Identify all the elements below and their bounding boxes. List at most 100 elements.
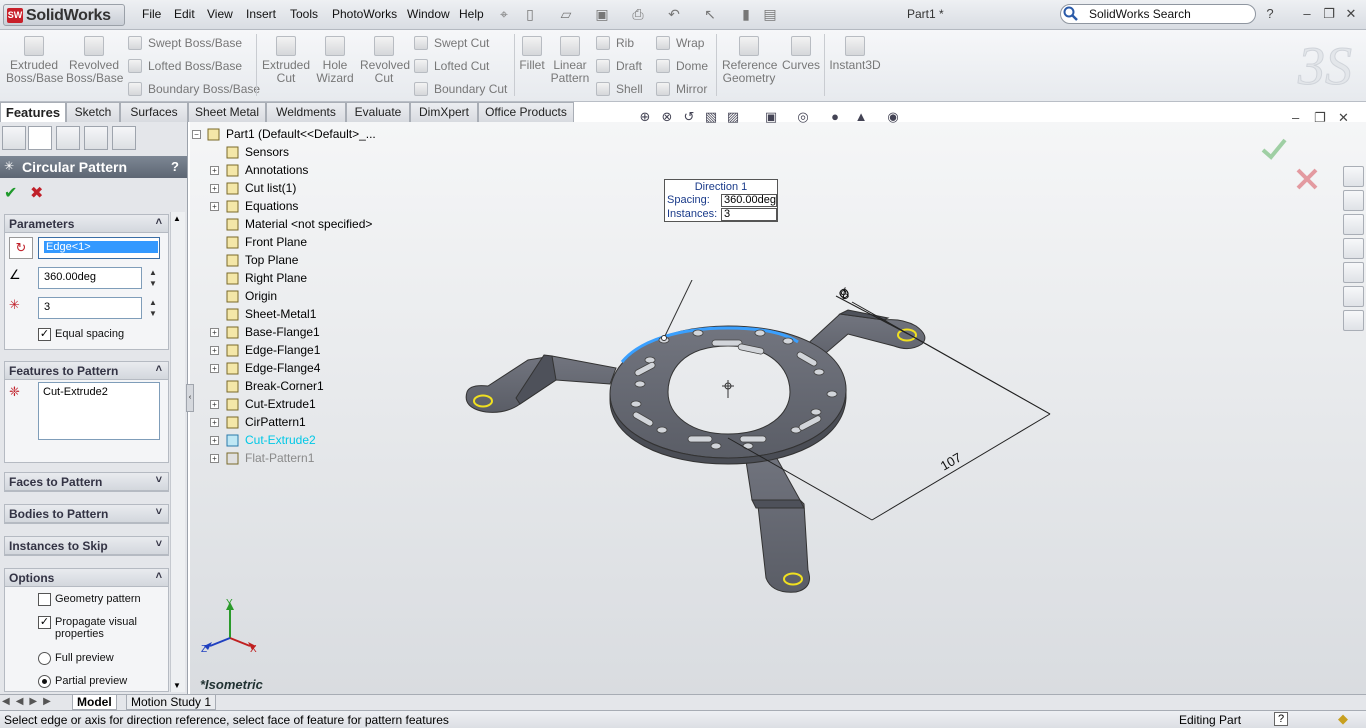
tree-expand-icon[interactable]: + xyxy=(210,202,219,211)
tab-sheet-metal[interactable]: Sheet Metal xyxy=(188,102,266,122)
tree-expand-icon[interactable]: − xyxy=(192,130,201,139)
tree-expand-icon[interactable]: + xyxy=(210,184,219,193)
instances-to-skip-group[interactable]: Instances to Skip ˅ xyxy=(4,536,169,556)
tree-expand-icon[interactable]: + xyxy=(210,436,219,445)
wrap-button[interactable]: Wrap xyxy=(656,36,704,50)
task-pane-home-icon[interactable] xyxy=(1343,166,1364,187)
swept-cut-button[interactable]: Swept Cut xyxy=(414,36,489,50)
viewport-restore-icon[interactable]: ❐ xyxy=(1314,110,1326,126)
tab-sketch[interactable]: Sketch xyxy=(66,102,120,122)
options-header[interactable]: Options ˄ xyxy=(5,569,168,587)
task-pane-view-palette-icon[interactable] xyxy=(1343,262,1364,283)
lofted-cut-button[interactable]: Lofted Cut xyxy=(414,59,489,73)
equal-spacing-checkbox[interactable]: ✓ xyxy=(38,328,51,341)
search-input[interactable]: SolidWorks Search xyxy=(1089,7,1191,21)
zoom-to-fit-icon[interactable]: ⊕ xyxy=(636,108,654,126)
reverse-direction-icon[interactable]: ↻ xyxy=(9,237,33,259)
tree-node[interactable]: + Cut-Extrude2 xyxy=(190,432,430,450)
propagate-visual-checkbox[interactable]: ✓ xyxy=(38,616,51,629)
dome-button[interactable]: Dome xyxy=(656,59,708,73)
tree-node[interactable]: + Base-Flange1 xyxy=(190,324,430,342)
property-manager-tab-icon[interactable] xyxy=(28,126,52,150)
angle-stepper[interactable]: ▲ ▼ xyxy=(148,267,158,289)
help-icon[interactable]: ? xyxy=(1262,6,1278,22)
hole-wizard-button[interactable]: Hole Wizard xyxy=(312,36,358,85)
search-box[interactable]: SolidWorks Search xyxy=(1060,4,1256,24)
open-icon[interactable]: ▱ xyxy=(558,6,574,22)
faces-to-pattern-group[interactable]: Faces to Pattern ˅ xyxy=(4,472,169,492)
apply-scene-icon[interactable]: ▲ xyxy=(852,108,870,126)
sheet-metal-part[interactable] xyxy=(440,280,1080,610)
faces-to-pattern-header[interactable]: Faces to Pattern ˅ xyxy=(5,473,168,491)
tab-motion-study-1[interactable]: Motion Study 1 xyxy=(126,695,217,710)
tab-evaluate[interactable]: Evaluate xyxy=(346,102,410,122)
viewport-minimize-icon[interactable]: – xyxy=(1292,110,1299,125)
tab-scroll-arrows-icon[interactable]: ◀◀▶▶ xyxy=(2,696,57,707)
rib-button[interactable]: Rib xyxy=(596,36,634,50)
tree-expand-icon[interactable]: + xyxy=(210,418,219,427)
tab-weldments[interactable]: Weldments xyxy=(266,102,346,122)
tab-office-products[interactable]: Office Products xyxy=(478,102,574,122)
boundary-cut-button[interactable]: Boundary Cut xyxy=(414,82,507,96)
full-preview-radio[interactable] xyxy=(38,652,51,665)
task-pane-design-library-icon[interactable] xyxy=(1343,190,1364,211)
pm-help-icon[interactable]: ? xyxy=(171,159,179,174)
print-icon[interactable]: ⎙ xyxy=(630,6,646,22)
tree-expand-icon[interactable]: + xyxy=(210,328,219,337)
features-to-pattern-header[interactable]: Features to Pattern ˄ xyxy=(5,362,168,380)
menu-help[interactable]: Help xyxy=(459,7,484,21)
tree-node[interactable]: Break-Corner1 xyxy=(190,378,430,396)
tab-features[interactable]: Features xyxy=(0,102,66,123)
rebuild-icon[interactable]: ▮ xyxy=(738,6,754,22)
save-icon[interactable]: ▣ xyxy=(594,6,610,22)
new-document-icon[interactable]: ▯ xyxy=(522,6,538,22)
configuration-manager-tab-icon[interactable] xyxy=(56,126,80,150)
tree-node[interactable]: Right Plane xyxy=(190,270,430,288)
feature-manager-tab-icon[interactable] xyxy=(2,126,26,150)
callout-instances-value[interactable]: 3 xyxy=(721,208,777,221)
swept-boss-button[interactable]: Swept Boss/Base xyxy=(128,36,242,50)
previous-view-icon[interactable]: ↺ xyxy=(680,108,698,126)
direction-edge-field[interactable]: Edge<1> xyxy=(38,237,160,259)
tab-dimxpert[interactable]: DimXpert xyxy=(410,102,478,122)
scroll-down-icon[interactable]: ▼ xyxy=(173,681,181,690)
lofted-boss-button[interactable]: Lofted Boss/Base xyxy=(128,59,242,73)
status-help-icon[interactable]: ? xyxy=(1274,712,1288,726)
tab-model[interactable]: Model xyxy=(72,695,117,710)
tree-expand-icon[interactable]: + xyxy=(210,364,219,373)
tree-node[interactable]: Top Plane xyxy=(190,252,430,270)
partial-preview-radio[interactable] xyxy=(38,675,51,688)
revolved-cut-button[interactable]: Revolved Cut xyxy=(360,36,410,85)
tree-expand-icon[interactable]: + xyxy=(210,400,219,409)
tab-surfaces[interactable]: Surfaces xyxy=(120,102,188,122)
hide-show-icon[interactable]: ◎ xyxy=(794,108,812,126)
linear-pattern-button[interactable]: Linear Pattern xyxy=(550,36,590,85)
bodies-to-pattern-header[interactable]: Bodies to Pattern ˅ xyxy=(5,505,168,523)
confirm-ok-icon[interactable] xyxy=(1260,136,1288,162)
panel-collapse-handle[interactable]: ‹ xyxy=(186,384,194,412)
instances-field[interactable]: 3 xyxy=(38,297,142,319)
tree-node[interactable]: + Annotations xyxy=(190,162,430,180)
curves-button[interactable]: Curves xyxy=(782,36,820,72)
tree-node[interactable]: Sheet-Metal1 xyxy=(190,306,430,324)
revolved-boss-button[interactable]: Revolved Boss/Base xyxy=(66,36,123,85)
menu-tools[interactable]: Tools xyxy=(290,7,318,21)
task-pane-file-explorer-icon[interactable] xyxy=(1343,214,1364,235)
task-pane-custom-properties-icon[interactable] xyxy=(1343,310,1364,331)
tree-node[interactable]: + Edge-Flange1 xyxy=(190,342,430,360)
close-icon[interactable]: ✕ xyxy=(1343,6,1359,22)
tree-node[interactable]: + CirPattern1 xyxy=(190,414,430,432)
tree-node[interactable]: + Equations xyxy=(190,198,430,216)
tree-node[interactable]: + Edge-Flange4 xyxy=(190,360,430,378)
task-pane-search-icon[interactable] xyxy=(1343,238,1364,259)
geometry-pattern-checkbox[interactable] xyxy=(38,593,51,606)
edit-appearance-icon[interactable]: ● xyxy=(826,108,844,126)
tree-root[interactable]: − Part1 (Default<<Default>_... xyxy=(190,126,430,144)
restore-icon[interactable]: ❐ xyxy=(1321,6,1337,22)
ok-button[interactable]: ✔ xyxy=(4,183,17,203)
tree-expand-icon[interactable]: + xyxy=(210,166,219,175)
instant3d-button[interactable]: Instant3D xyxy=(828,36,882,72)
undo-icon[interactable]: ↶ xyxy=(666,6,682,22)
menu-window[interactable]: Window xyxy=(407,7,450,21)
menu-edit[interactable]: Edit xyxy=(174,7,195,21)
